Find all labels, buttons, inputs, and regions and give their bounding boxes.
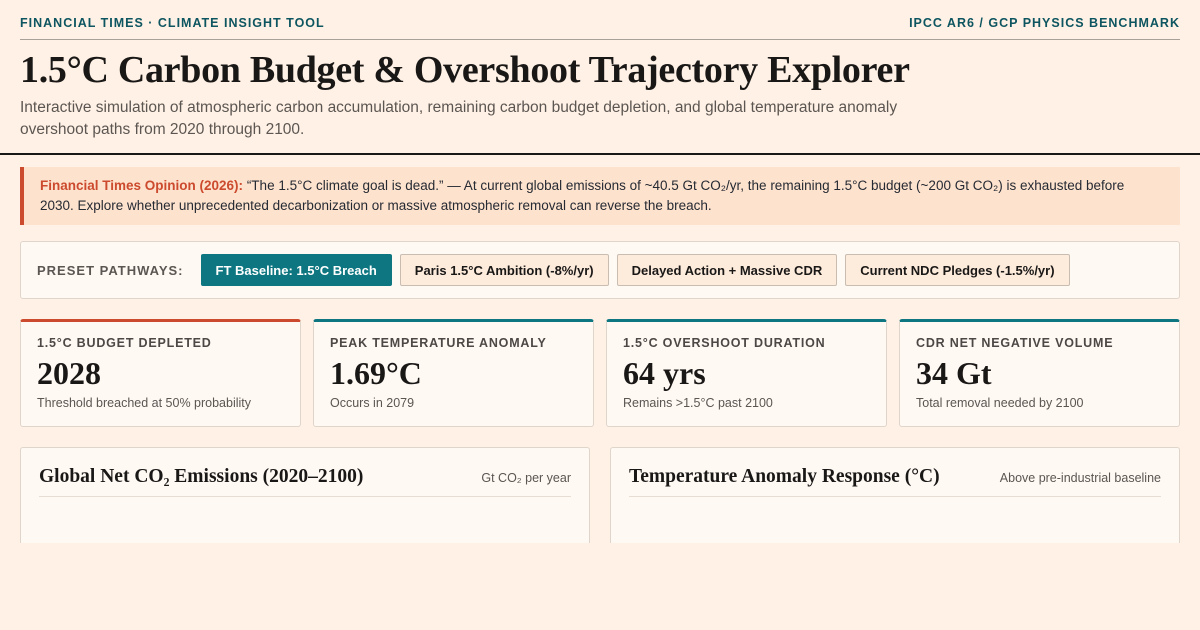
opinion-label: Financial Times Opinion (2026): [40, 178, 244, 193]
emissions-panel-title: Global Net CO₂ Emissions (2020–2100) [39, 466, 364, 487]
page-title: 1.5°C Carbon Budget & Overshoot Trajecto… [20, 49, 910, 91]
temperature-panel-unit: Above pre-industrial baseline [999, 471, 1161, 485]
opinion-callout: Financial Times Opinion (2026): “The 1.5… [20, 167, 1180, 225]
kpi-label: 1.5°C Budget Depleted [37, 336, 212, 350]
kpi-note: Occurs in 2079 [330, 396, 415, 410]
preset-pathways-bar: Preset Pathways: FT Baseline: 1.5°C Brea… [20, 241, 1180, 299]
kpi-overshoot-duration: 1.5°C Overshoot Duration 64 yrs Remains … [606, 319, 887, 427]
kpi-note: Threshold breached at 50% probability [37, 396, 252, 410]
kpi-value: 64 yrs [623, 355, 706, 391]
kpi-value: 34 Gt [916, 355, 992, 391]
kpi-value: 2028 [37, 355, 101, 391]
kpi-budget-depleted: 1.5°C Budget Depleted 2028 Threshold bre… [20, 319, 301, 427]
temperature-panel-title: Temperature Anomaly Response (°C) [629, 466, 940, 487]
kpi-label: Peak Temperature Anomaly [330, 336, 547, 350]
page-subtitle: Interactive simulation of atmospheric ca… [20, 99, 898, 138]
kpi-label: CDR Net Negative Volume [916, 336, 1114, 350]
kpi-note: Total removal needed by 2100 [916, 396, 1084, 410]
preset-delayed-action-cdr-button[interactable]: Delayed Action + Massive CDR [616, 254, 838, 286]
preset-ndc-pledges-button[interactable]: Current NDC Pledges (-1.5%/yr) [845, 254, 1070, 286]
temperature-panel-header: Temperature Anomaly Response (°C) Above … [629, 466, 1161, 497]
preset-ft-baseline-button[interactable]: FT Baseline: 1.5°C Breach [200, 254, 392, 286]
header-divider [0, 153, 1200, 155]
emissions-panel-unit: Gt CO₂ per year [481, 471, 571, 485]
temperature-chart-panel: Temperature Anomaly Response (°C) Above … [610, 447, 1180, 547]
kpi-peak-temperature: Peak Temperature Anomaly 1.69°C Occurs i… [313, 319, 594, 427]
preset-paris-ambition-button[interactable]: Paris 1.5°C Ambition (-8%/yr) [399, 254, 609, 286]
emissions-panel-header: Global Net CO₂ Emissions (2020–2100) Gt … [39, 466, 571, 497]
top-bar: Financial Times · Climate Insight Tool I… [20, 16, 1180, 40]
brand-label: Financial Times · Climate Insight Tool [20, 16, 325, 30]
kpi-value: 1.69°C [330, 355, 422, 391]
page-bottom-background [0, 543, 1200, 630]
kpi-cdr-volume: CDR Net Negative Volume 34 Gt Total remo… [899, 319, 1180, 427]
kpi-label: 1.5°C Overshoot Duration [623, 336, 826, 350]
benchmark-label: IPCC AR6 / GCP Physics Benchmark [909, 16, 1180, 30]
kpi-note: Remains >1.5°C past 2100 [623, 396, 773, 410]
emissions-chart-panel: Global Net CO₂ Emissions (2020–2100) Gt … [20, 447, 590, 547]
preset-pathways-label: Preset Pathways: [37, 262, 184, 278]
